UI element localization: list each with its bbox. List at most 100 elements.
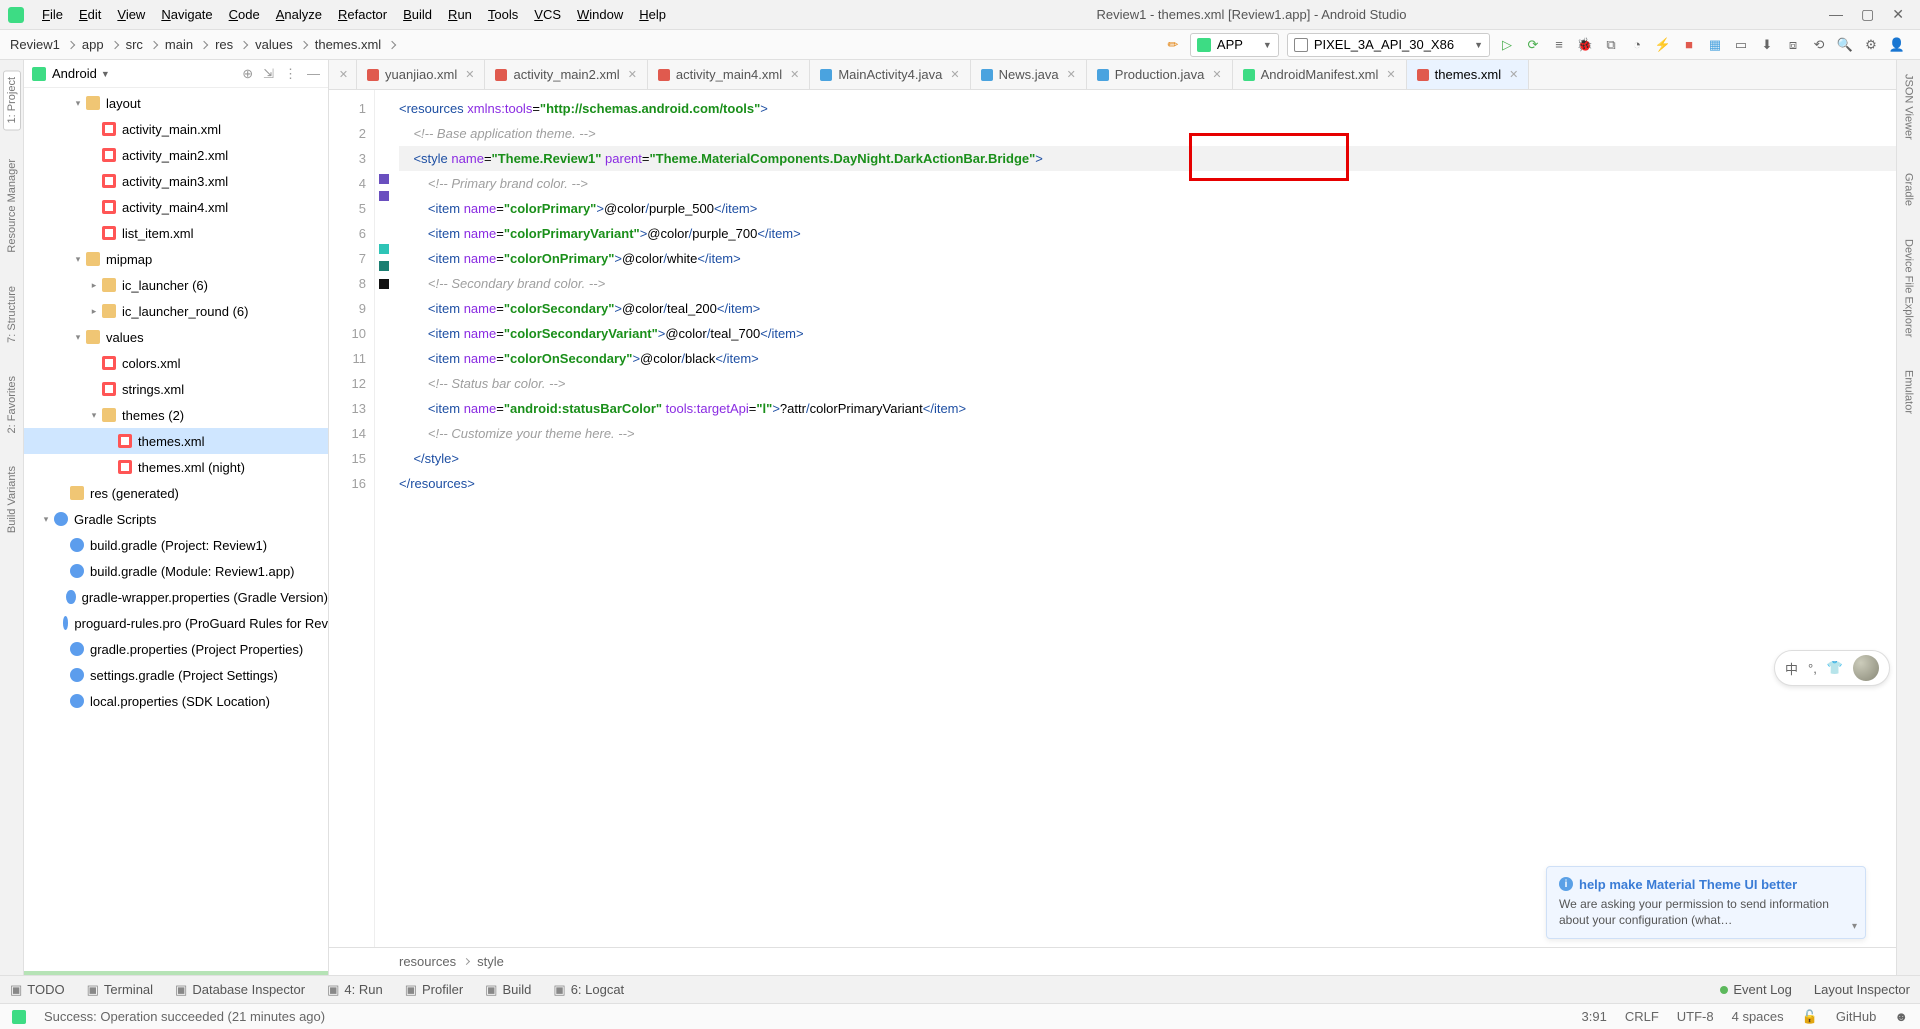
tree-node[interactable]: ▾themes (2) bbox=[24, 402, 328, 428]
close-icon[interactable]: ✕ bbox=[1067, 68, 1076, 81]
ime-button[interactable]: 👕 bbox=[1827, 660, 1843, 676]
resource-manager-icon[interactable]: ⧈ bbox=[1782, 34, 1804, 56]
breadcrumb-item[interactable]: src bbox=[126, 37, 143, 52]
tool-window-gradle[interactable]: Gradle bbox=[1903, 169, 1915, 210]
line-separator[interactable]: CRLF bbox=[1625, 1009, 1659, 1024]
tool-window-resource-manager[interactable]: Resource Manager bbox=[6, 155, 18, 257]
compass-icon[interactable]: ✏ bbox=[1162, 34, 1184, 56]
close-icon[interactable]: ✕ bbox=[1386, 68, 1395, 81]
tree-node[interactable]: gradle.properties (Project Properties) bbox=[24, 636, 328, 662]
tree-node[interactable]: themes.xml bbox=[24, 428, 328, 454]
tool-window-json-viewer[interactable]: JSON Viewer bbox=[1903, 70, 1915, 144]
avd-manager-icon[interactable]: ▭ bbox=[1730, 34, 1752, 56]
tree-node[interactable]: build.gradle (Module: Review1.app) bbox=[24, 558, 328, 584]
ime-widget[interactable]: 中 °, 👕 bbox=[1774, 650, 1890, 686]
tree-node[interactable]: strings.xml bbox=[24, 376, 328, 402]
tool-todo[interactable]: ▣TODO bbox=[10, 982, 65, 998]
window-minimize[interactable]: — bbox=[1829, 6, 1843, 23]
collapse-icon[interactable]: ⇲ bbox=[263, 66, 274, 82]
tree-node[interactable]: themes.xml (night) bbox=[24, 454, 328, 480]
menu-build[interactable]: Build bbox=[395, 7, 440, 22]
close-icon[interactable]: ✕ bbox=[465, 68, 474, 81]
device-dropdown[interactable]: PIXEL_3A_API_30_X86 ▼ bbox=[1287, 33, 1490, 57]
editor-tab[interactable]: MainActivity4.java✕ bbox=[810, 60, 970, 89]
sync-icon[interactable]: ⟲ bbox=[1808, 34, 1830, 56]
attach-debugger-icon[interactable]: ⚡ bbox=[1652, 34, 1674, 56]
tool-window-7-structure[interactable]: 7: Structure bbox=[6, 282, 18, 347]
tool-window-1-project[interactable]: 1: Project bbox=[3, 70, 21, 130]
activity-restart-icon[interactable]: ≡ bbox=[1548, 34, 1570, 56]
run-icon[interactable]: ▷ bbox=[1496, 34, 1518, 56]
menu-help[interactable]: Help bbox=[631, 7, 674, 22]
project-view-label[interactable]: Android bbox=[52, 66, 97, 81]
tool-database-inspector[interactable]: ▣Database Inspector bbox=[175, 982, 305, 998]
indent-setting[interactable]: 4 spaces bbox=[1732, 1009, 1784, 1024]
search-icon[interactable]: 🔍 bbox=[1834, 34, 1856, 56]
breadcrumb-item[interactable]: res bbox=[215, 37, 233, 52]
tree-node[interactable]: ▾layout bbox=[24, 90, 328, 116]
xml-crumb[interactable]: style bbox=[477, 954, 504, 969]
ime-button[interactable]: 中 bbox=[1785, 659, 1798, 678]
tree-node[interactable]: list_item.xml bbox=[24, 220, 328, 246]
tree-node[interactable]: build.gradle (Project: Review1) bbox=[24, 532, 328, 558]
menu-view[interactable]: View bbox=[109, 7, 153, 22]
editor-tab[interactable]: activity_main4.xml✕ bbox=[648, 60, 810, 89]
tool-layout-inspector[interactable]: Layout Inspector bbox=[1814, 982, 1910, 997]
tree-node[interactable]: ▾values bbox=[24, 324, 328, 350]
menu-refactor[interactable]: Refactor bbox=[330, 7, 395, 22]
caret-position[interactable]: 3:91 bbox=[1582, 1009, 1607, 1024]
tool-window-emulator[interactable]: Emulator bbox=[1903, 366, 1915, 418]
editor-tab[interactable]: yuanjiao.xml✕ bbox=[357, 60, 485, 89]
tree-node[interactable]: res (generated) bbox=[24, 480, 328, 506]
tab-close-left[interactable]: ✕ bbox=[329, 60, 357, 89]
code-area[interactable]: <resources xmlns:tools="http://schemas.a… bbox=[393, 90, 1896, 947]
tool-window-device-file-explorer[interactable]: Device File Explorer bbox=[1903, 235, 1915, 341]
window-close[interactable]: ✕ bbox=[1892, 6, 1904, 23]
hide-icon[interactable]: — bbox=[307, 66, 320, 82]
tree-node[interactable]: colors.xml bbox=[24, 350, 328, 376]
user-icon[interactable]: 👤 bbox=[1886, 34, 1908, 56]
editor-tab[interactable]: Production.java✕ bbox=[1087, 60, 1233, 89]
breadcrumb-item[interactable]: app bbox=[82, 37, 104, 52]
breadcrumb-item[interactable]: Review1 bbox=[10, 37, 60, 52]
tree-node[interactable]: settings.gradle (Project Settings) bbox=[24, 662, 328, 688]
close-icon[interactable]: ✕ bbox=[790, 68, 799, 81]
editor-tab[interactable]: themes.xml✕ bbox=[1407, 60, 1530, 89]
notification-popup[interactable]: ihelp make Material Theme UI better We a… bbox=[1546, 866, 1866, 939]
editor-tab[interactable]: activity_main2.xml✕ bbox=[485, 60, 647, 89]
close-icon[interactable]: ✕ bbox=[1212, 68, 1221, 81]
target-icon[interactable]: ⊕ bbox=[242, 66, 253, 82]
menu-vcs[interactable]: VCS bbox=[526, 7, 569, 22]
tree-node[interactable]: local.properties (SDK Location) bbox=[24, 688, 328, 714]
lock-icon[interactable]: 🔓 bbox=[1802, 1009, 1818, 1025]
stop-icon[interactable]: ■ bbox=[1678, 34, 1700, 56]
menu-tools[interactable]: Tools bbox=[480, 7, 526, 22]
debug-icon[interactable]: 🐞 bbox=[1574, 34, 1596, 56]
tree-node[interactable]: activity_main3.xml bbox=[24, 168, 328, 194]
sdk-manager-icon[interactable]: ⬇ bbox=[1756, 34, 1778, 56]
tree-node[interactable]: ▸ic_launcher_round (6) bbox=[24, 298, 328, 324]
menu-run[interactable]: Run bbox=[440, 7, 480, 22]
tool-6-logcat[interactable]: ▣6: Logcat bbox=[553, 982, 624, 998]
ime-button[interactable]: °, bbox=[1808, 661, 1817, 676]
run-config-dropdown[interactable]: APP ▼ bbox=[1190, 33, 1279, 57]
breadcrumb-item[interactable]: values bbox=[255, 37, 293, 52]
tool-terminal[interactable]: ▣Terminal bbox=[87, 982, 153, 998]
menu-edit[interactable]: Edit bbox=[71, 7, 109, 22]
close-icon[interactable]: ✕ bbox=[1509, 68, 1518, 81]
tree-node[interactable]: proguard-rules.pro (ProGuard Rules for R… bbox=[24, 610, 328, 636]
editor-tab[interactable]: News.java✕ bbox=[971, 60, 1087, 89]
tree-node[interactable]: ▾Gradle Scripts bbox=[24, 506, 328, 532]
inspection-icon[interactable]: ☻ bbox=[1894, 1009, 1908, 1024]
menu-window[interactable]: Window bbox=[569, 7, 631, 22]
xml-crumb[interactable]: resources bbox=[399, 954, 456, 969]
tool-profiler[interactable]: ▣Profiler bbox=[405, 982, 463, 998]
tree-node[interactable]: activity_main4.xml bbox=[24, 194, 328, 220]
tree-node[interactable]: gradle-wrapper.properties (Gradle Versio… bbox=[24, 584, 328, 610]
tool-4-run[interactable]: ▣4: Run bbox=[327, 982, 383, 998]
close-icon[interactable]: ✕ bbox=[628, 68, 637, 81]
tree-node[interactable]: ▸ic_launcher (6) bbox=[24, 272, 328, 298]
menu-file[interactable]: File bbox=[34, 7, 71, 22]
menu-code[interactable]: Code bbox=[221, 7, 268, 22]
apply-changes-icon[interactable]: ⟳ bbox=[1522, 34, 1544, 56]
